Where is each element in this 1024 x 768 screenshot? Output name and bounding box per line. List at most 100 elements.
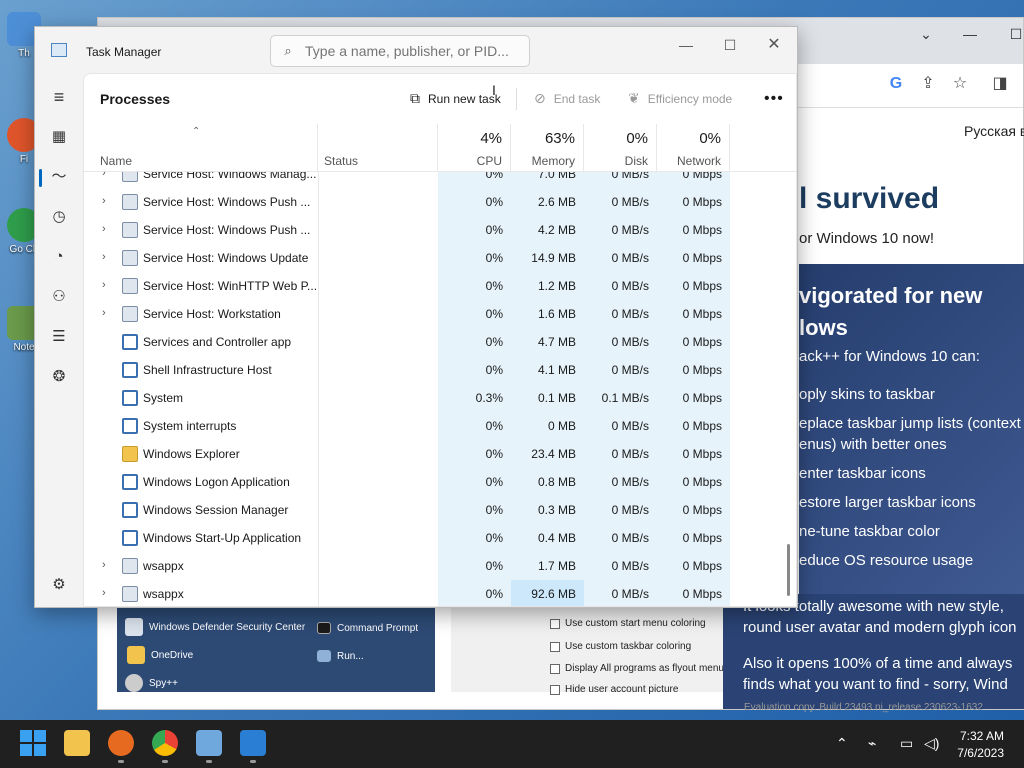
services-icon[interactable]: ❂ bbox=[47, 365, 71, 389]
network-icon[interactable]: ⌁ bbox=[868, 735, 876, 752]
process-row[interactable]: System 0.3% 0.1 MB 0.1 MB/s 0 Mbps bbox=[84, 384, 780, 412]
options-panel: Use custom start menu coloring Use custo… bbox=[451, 604, 742, 695]
minimize-icon[interactable]: — bbox=[960, 26, 980, 46]
process-row[interactable]: › Service Host: Workstation 0% 1.6 MB 0 MB/s… bbox=[84, 300, 780, 328]
process-row[interactable]: Windows Explorer 0% 23.4 MB 0 MB/s 0 Mbps bbox=[84, 440, 780, 468]
text-cursor-icon: I bbox=[492, 82, 496, 98]
process-row[interactable]: Services and Controller app 0% 4.7 MB 0 MB/… bbox=[84, 328, 780, 356]
display-icon[interactable]: ▭ bbox=[900, 735, 913, 752]
process-icon bbox=[122, 278, 138, 294]
process-row[interactable]: Windows Session Manager 0% 0.3 MB 0 MB/s 0 M… bbox=[84, 496, 780, 524]
chevron-right-icon[interactable]: › bbox=[102, 172, 114, 179]
process-network: 0 Mbps bbox=[657, 496, 730, 524]
start-button[interactable] bbox=[20, 730, 46, 756]
russian-language-link[interactable]: Русская в bbox=[964, 123, 1024, 139]
process-disk: 0 MB/s bbox=[584, 552, 657, 580]
process-row[interactable]: › Service Host: WinHTTP Web P... 0% 1.2 MB 0… bbox=[84, 272, 780, 300]
users-icon[interactable]: ⚇ bbox=[47, 285, 71, 309]
end-task-button[interactable]: ⊘ End task bbox=[534, 90, 600, 107]
option-taskbar-color[interactable]: Use custom taskbar coloring bbox=[550, 641, 691, 652]
feature-item: oply skins to taskbar bbox=[799, 386, 935, 403]
checkbox[interactable] bbox=[550, 663, 560, 674]
efficiency-mode-button[interactable]: ❦ Efficiency mode bbox=[628, 90, 732, 107]
clock-time: 7:32 AM bbox=[959, 729, 1004, 743]
maximize-button[interactable]: ☐ bbox=[715, 35, 745, 55]
checkbox[interactable] bbox=[550, 618, 560, 629]
process-row[interactable]: Shell Infrastructure Host 0% 4.1 MB 0 MB/s 0… bbox=[84, 356, 780, 384]
settings-icon[interactable]: ⚙ bbox=[47, 573, 71, 597]
search-box[interactable]: ⌕ bbox=[270, 35, 530, 67]
hamburger-icon[interactable]: ≡ bbox=[47, 85, 71, 109]
column-name[interactable]: ⌃ Name bbox=[84, 124, 318, 172]
chevron-right-icon[interactable]: › bbox=[102, 307, 114, 319]
firefox-icon[interactable] bbox=[108, 730, 134, 756]
process-row[interactable]: › Service Host: Windows Push ... 0% 4.2 MB 0… bbox=[84, 216, 780, 244]
task-manager-icon bbox=[51, 43, 67, 57]
process-row[interactable]: › wsappx 0% 1.7 MB 0 MB/s 0 Mbps bbox=[84, 552, 780, 580]
process-disk: 0 MB/s bbox=[584, 440, 657, 468]
column-cpu[interactable]: 4% CPU bbox=[438, 124, 511, 172]
title-bar[interactable]: Task Manager ⌕ — ☐ ✕ bbox=[35, 27, 797, 73]
details-icon[interactable]: ☰ bbox=[47, 325, 71, 349]
vertical-scrollbar[interactable] bbox=[787, 544, 790, 596]
share-icon[interactable]: ⇪ bbox=[916, 72, 940, 96]
column-disk[interactable]: 0% Disk bbox=[584, 124, 657, 172]
task-manager-taskbar-icon[interactable] bbox=[196, 730, 222, 756]
process-row[interactable]: Windows Logon Application 0% 0.8 MB 0 MB/s 0… bbox=[84, 468, 780, 496]
column-status[interactable]: Status bbox=[318, 124, 438, 172]
processes-icon[interactable]: ▦ bbox=[47, 125, 71, 149]
process-name: Service Host: Windows Push ... bbox=[143, 223, 311, 237]
checkbox[interactable] bbox=[550, 641, 560, 652]
option-start-menu-color[interactable]: Use custom start menu coloring bbox=[550, 618, 706, 629]
sidebar-icon[interactable]: ◨ bbox=[988, 72, 1012, 96]
chrome-icon[interactable] bbox=[152, 730, 178, 756]
volume-icon[interactable]: ◁) bbox=[924, 735, 939, 752]
process-network: 0 Mbps bbox=[657, 552, 730, 580]
search-input[interactable] bbox=[305, 43, 515, 59]
maximize-icon[interactable]: ☐ bbox=[1006, 26, 1024, 46]
chevron-right-icon[interactable]: › bbox=[102, 279, 114, 291]
process-row[interactable]: › Service Host: Windows Push ... 0% 2.6 MB 0… bbox=[84, 188, 780, 216]
process-disk: 0 MB/s bbox=[584, 356, 657, 384]
run-new-task-button[interactable]: ⧉ Run new task bbox=[410, 90, 501, 107]
performance-icon[interactable]: 〜 bbox=[47, 165, 71, 189]
process-network: 0 Mbps bbox=[657, 216, 730, 244]
process-row[interactable]: › wsappx 0% 92.6 MB 0 MB/s 0 Mbps bbox=[84, 580, 780, 606]
minimize-button[interactable]: — bbox=[671, 35, 701, 55]
process-row[interactable]: Windows Start-Up Application 0% 0.4 MB 0 MB… bbox=[84, 524, 780, 552]
chevron-right-icon[interactable]: › bbox=[102, 559, 114, 571]
process-row[interactable]: › Service Host: Windows Update 0% 14.9 MB 0 … bbox=[84, 244, 780, 272]
column-memory[interactable]: 63% Memory bbox=[511, 124, 584, 172]
process-cpu: 0% bbox=[438, 356, 511, 384]
process-disk: 0 MB/s bbox=[584, 272, 657, 300]
column-network-label: Network bbox=[676, 154, 721, 168]
more-options-button[interactable]: ••• bbox=[764, 90, 784, 108]
process-network: 0 Mbps bbox=[657, 468, 730, 496]
chevron-right-icon[interactable]: › bbox=[102, 251, 114, 263]
start-tile bbox=[34, 730, 46, 742]
close-button[interactable]: ✕ bbox=[759, 35, 789, 55]
startup-apps-icon[interactable]: ◔ bbox=[47, 245, 71, 269]
process-cpu: 0% bbox=[438, 440, 511, 468]
chevron-right-icon[interactable]: › bbox=[102, 223, 114, 235]
option-flyout[interactable]: Display All programs as flyout menu (Wi bbox=[550, 663, 742, 674]
process-row[interactable]: System interrupts 0% 0 MB 0 MB/s 0 Mbps bbox=[84, 412, 780, 440]
column-network[interactable]: 0% Network bbox=[657, 124, 730, 172]
file-explorer-icon[interactable] bbox=[64, 730, 90, 756]
spy-taskbar-icon[interactable] bbox=[240, 730, 266, 756]
chevron-right-icon[interactable]: › bbox=[102, 587, 114, 599]
star-icon[interactable]: ☆ bbox=[948, 72, 972, 96]
option-label: Display All programs as flyout menu (Wi bbox=[565, 663, 742, 674]
process-row[interactable]: › Service Host: Windows Manag... 0% 7.0 MB 0… bbox=[84, 172, 780, 188]
clock[interactable]: 7:32 AM 7/6/2023 bbox=[957, 728, 1004, 762]
option-hide-avatar[interactable]: Hide user account picture bbox=[550, 684, 678, 695]
google-icon[interactable]: G bbox=[884, 72, 908, 96]
option-label: Use custom taskbar coloring bbox=[565, 641, 692, 652]
app-history-icon[interactable]: ◷ bbox=[47, 205, 71, 229]
checkbox[interactable] bbox=[550, 684, 560, 695]
chevron-right-icon[interactable]: › bbox=[102, 195, 114, 207]
feature-item: enter taskbar icons bbox=[799, 465, 926, 482]
feature-item: educe OS resource usage bbox=[799, 552, 974, 569]
tab-list-icon[interactable]: ⌄ bbox=[916, 26, 936, 46]
chevron-up-icon[interactable]: ⌃ bbox=[836, 735, 848, 752]
